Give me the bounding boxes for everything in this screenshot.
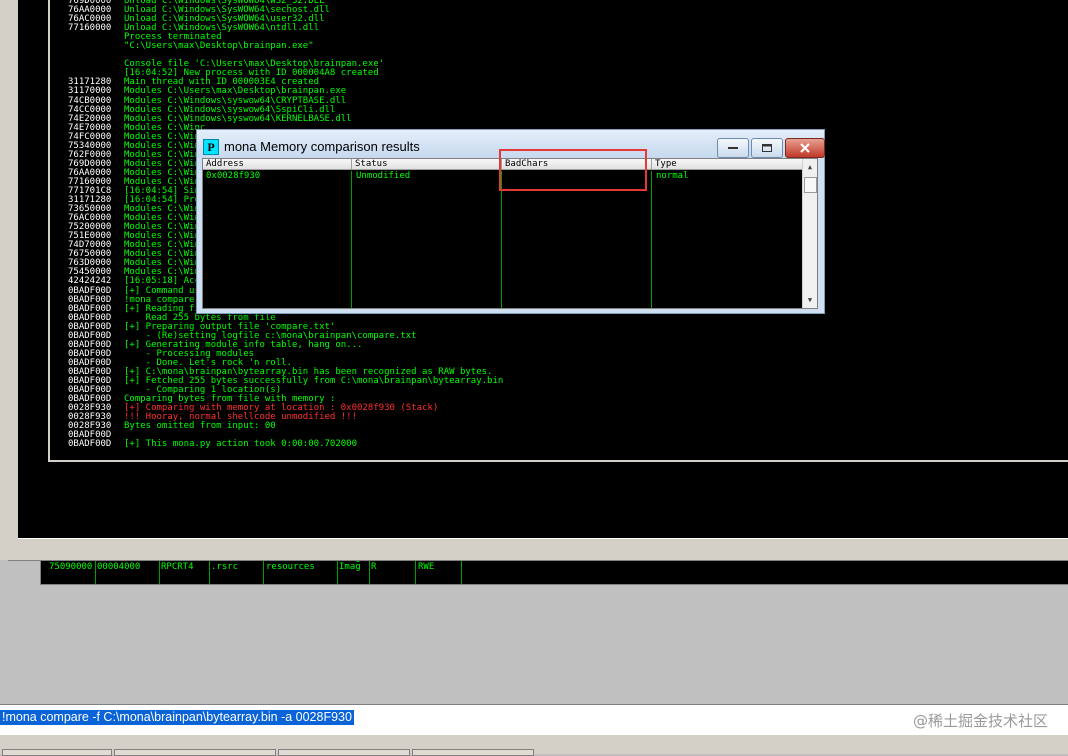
column-divider (651, 171, 652, 308)
log-message: [+] This mona.py action took 0:00:00.702… (124, 439, 357, 450)
cell-type: normal (656, 171, 689, 181)
column-header-status[interactable]: Status (352, 159, 502, 170)
dialog-title: mona Memory comparison results (224, 139, 420, 154)
scroll-up-icon[interactable]: ▲ (803, 161, 817, 173)
log-address: 77160000 (68, 23, 112, 34)
cell-address: 0x0028f930 (206, 171, 261, 181)
watermark: @稀土掘金技术社区 (912, 712, 1048, 730)
scroll-thumb[interactable] (804, 177, 817, 193)
log-line: 0BADF00D [+] This mona.py action took 0:0… (68, 440, 1048, 449)
log-message: "C:\Users\max\Desktop\brainpan.exe" (124, 41, 314, 52)
log-line: 74E20000 Modules C:\Windows\syswow64\KERN… (68, 114, 1048, 124)
log-line: 0028F930 Bytes omitted from input: 00 (68, 422, 1048, 431)
log-splitter[interactable] (18, 538, 1068, 540)
log-message: Bytes omitted from input: 00 (124, 421, 276, 432)
minimize-icon (728, 147, 738, 149)
memory-cell-access: R (371, 562, 377, 572)
memory-cell-contains: resources (266, 562, 315, 572)
column-header-type[interactable]: Type (652, 159, 803, 170)
memory-cell-size: 00004000 (97, 562, 141, 572)
log-address: 0BADF00D (68, 439, 112, 450)
close-icon (800, 143, 810, 153)
log-line: "C:\Users\max\Desktop\brainpan.exe" (68, 42, 1048, 51)
maximize-icon (762, 144, 772, 152)
column-divider (501, 171, 502, 308)
memory-cell-initial: RWE (418, 562, 435, 572)
minimize-button[interactable] (717, 138, 749, 158)
maximize-button[interactable] (751, 138, 783, 158)
memory-cell-type: Imag (339, 562, 361, 572)
scroll-down-icon[interactable]: ▼ (803, 294, 817, 306)
status-bar (0, 734, 1068, 756)
column-header-address[interactable]: Address (203, 159, 352, 170)
command-input[interactable]: !mona compare -f C:\mona\brainpan\bytear… (0, 710, 354, 725)
close-button[interactable] (785, 138, 825, 158)
vertical-scrollbar[interactable]: ▲ ▼ (802, 159, 817, 308)
badchars-highlight-box (499, 149, 647, 191)
column-divider (351, 171, 352, 308)
app-icon: P (203, 139, 219, 155)
memory-cell-section: .rsrc (211, 562, 239, 572)
memory-cell-addr: 75090000 (49, 562, 93, 572)
command-bar[interactable]: !mona compare -f C:\mona\brainpan\bytear… (0, 704, 1068, 735)
memory-cell-owner: RPCRT4 (161, 562, 194, 572)
memory-row[interactable]: 75090000 00004000 RPCRT4 .rsrc resources Imag… (41, 563, 1068, 572)
cell-status: Unmodified (356, 171, 411, 181)
